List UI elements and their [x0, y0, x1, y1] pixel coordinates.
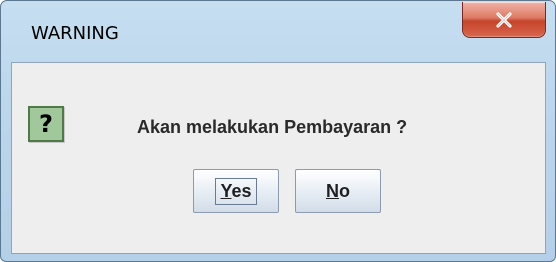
- question-icon: ?: [28, 106, 64, 142]
- dialog-content: ? Akan melakukan Pembayaran ? Yes No: [11, 62, 546, 254]
- dialog-window: WARNING ? Akan melakukan Pembayaran ? Ye…: [0, 0, 556, 262]
- yes-mnemonic: Y: [220, 180, 232, 201]
- window-title: WARNING: [31, 23, 119, 44]
- close-icon: [496, 11, 512, 28]
- question-mark-glyph: ?: [39, 110, 53, 138]
- yes-button[interactable]: Yes: [193, 169, 279, 213]
- yes-label-rest: es: [231, 180, 252, 201]
- no-label-rest: o: [339, 180, 350, 201]
- yes-button-label: Yes: [215, 177, 257, 205]
- close-button[interactable]: [462, 2, 546, 38]
- dialog-message: Akan melakukan Pembayaran ?: [137, 117, 408, 137]
- no-button-label: No: [326, 181, 350, 202]
- title-bar[interactable]: WARNING: [1, 1, 555, 61]
- no-button[interactable]: No: [295, 169, 381, 213]
- no-mnemonic: N: [326, 180, 339, 201]
